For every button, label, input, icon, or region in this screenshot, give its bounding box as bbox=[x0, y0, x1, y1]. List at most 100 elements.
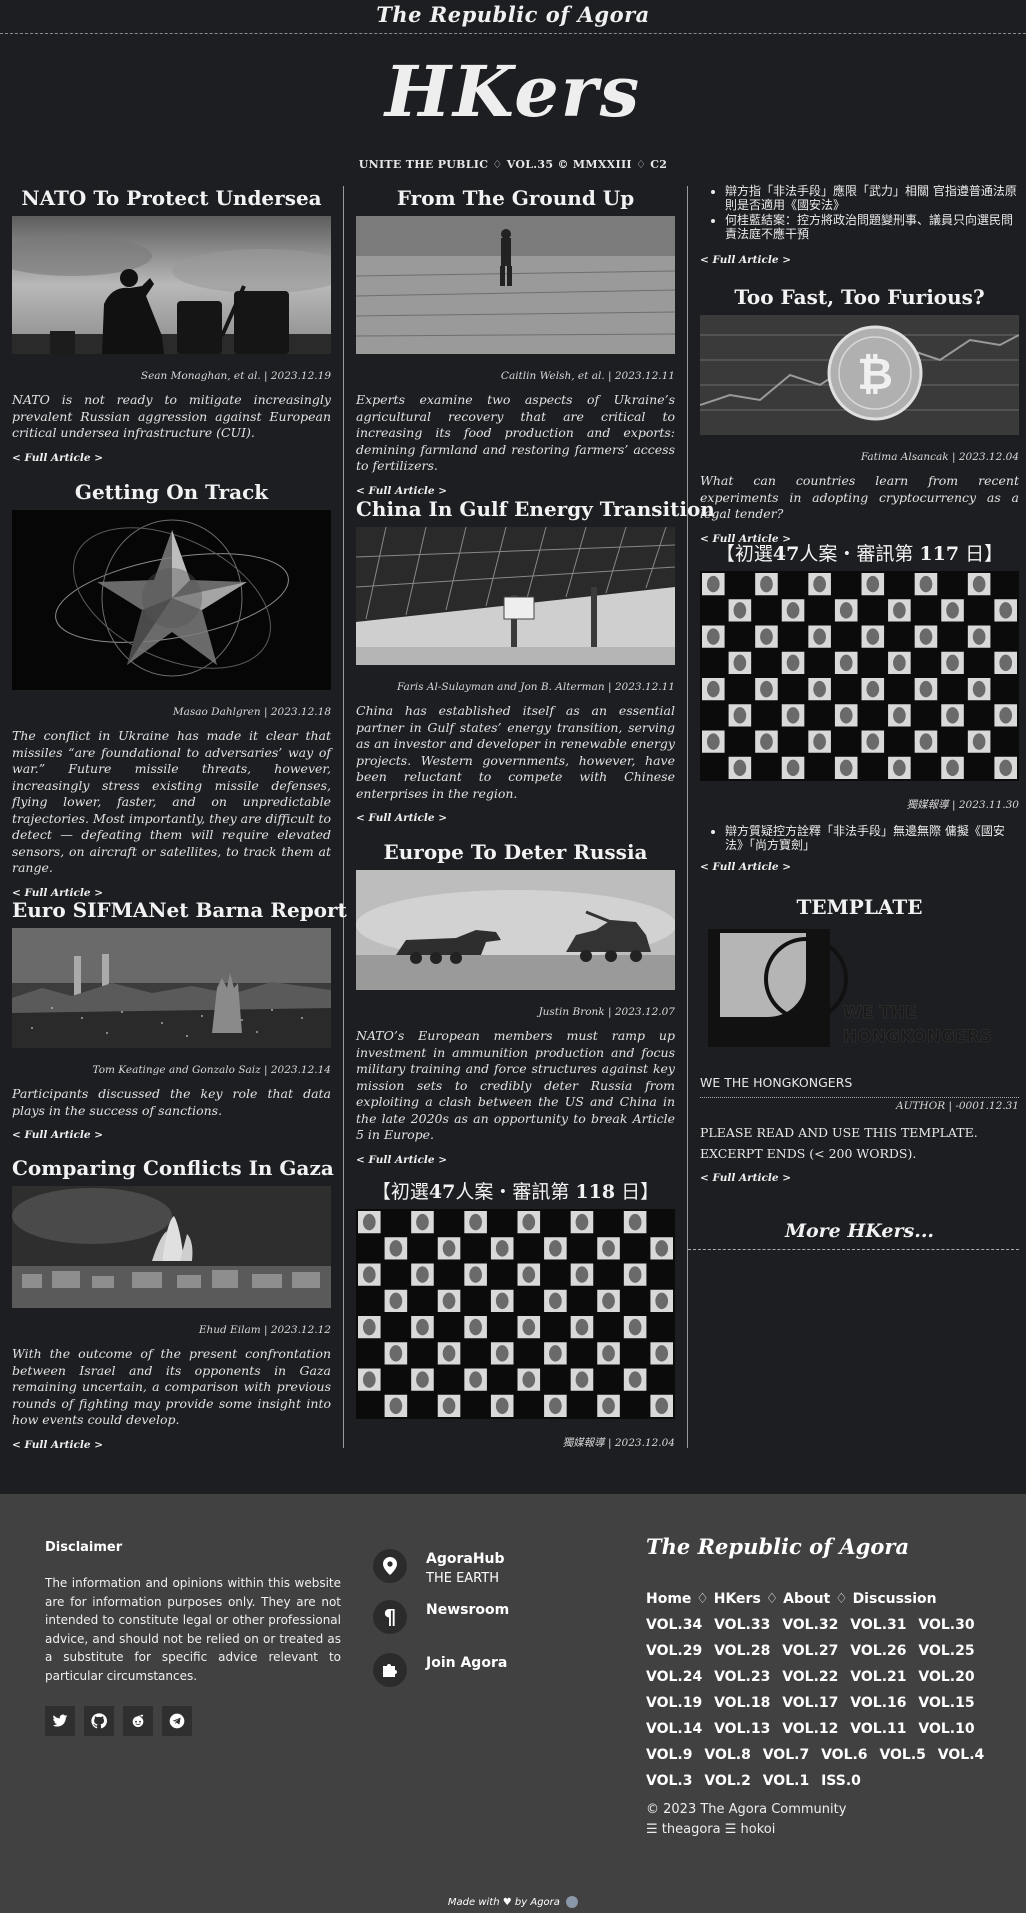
volume-link[interactable]: VOL.20 bbox=[918, 1669, 974, 1685]
volume-link[interactable]: VOL.25 bbox=[918, 1643, 974, 1659]
telegram-icon[interactable] bbox=[162, 1706, 192, 1736]
volume-link[interactable]: VOL.6 bbox=[821, 1747, 867, 1763]
portrait-photo bbox=[570, 1316, 594, 1339]
volume-link[interactable]: VOL.15 bbox=[918, 1695, 974, 1711]
volume-link[interactable]: VOL.22 bbox=[782, 1669, 838, 1685]
volume-link[interactable]: VOL.28 bbox=[714, 1643, 770, 1659]
portrait-photo bbox=[861, 730, 885, 753]
portrait-photo bbox=[358, 1263, 381, 1286]
volume-link[interactable]: VOL.26 bbox=[850, 1643, 906, 1659]
volume-link[interactable]: VOL.13 bbox=[714, 1721, 770, 1737]
volume-link[interactable]: VOL.33 bbox=[714, 1617, 770, 1633]
list-item: 何桂藍結案：控方將政治問題變刑事、議員只向選民問責法庭不應干預 bbox=[725, 213, 1019, 241]
volume-link[interactable]: ISS.0 bbox=[821, 1773, 861, 1789]
site-title[interactable]: The Republic of Agora bbox=[376, 2, 650, 27]
github-icon[interactable] bbox=[84, 1706, 114, 1736]
reddit-icon[interactable] bbox=[123, 1706, 153, 1736]
volume-link[interactable]: VOL.1 bbox=[763, 1773, 809, 1789]
portrait-photo bbox=[623, 1368, 647, 1391]
volume-link[interactable]: VOL.8 bbox=[704, 1747, 750, 1763]
volume-link[interactable]: VOL.30 bbox=[918, 1617, 974, 1633]
article-title[interactable]: Comparing Conflicts In Gaza bbox=[12, 1154, 334, 1182]
article-title[interactable]: From The Ground Up bbox=[356, 184, 675, 212]
volume-link[interactable]: VOL.5 bbox=[879, 1747, 925, 1763]
volume-link[interactable]: VOL.34 bbox=[646, 1617, 702, 1633]
full-article-link[interactable]: < Full Article > bbox=[700, 254, 791, 266]
volume-link[interactable]: VOL.16 bbox=[850, 1695, 906, 1711]
volume-link[interactable]: VOL.21 bbox=[850, 1669, 906, 1685]
volume-link[interactable]: VOL.17 bbox=[782, 1695, 838, 1711]
portrait-photo bbox=[834, 599, 858, 622]
link-about[interactable]: About bbox=[783, 1591, 830, 1607]
portrait-photo bbox=[358, 1211, 381, 1234]
article-title[interactable]: China In Gulf Energy Transition bbox=[356, 495, 715, 523]
portrait-photo bbox=[411, 1263, 434, 1286]
full-article-link[interactable]: < Full Article > bbox=[356, 1154, 447, 1166]
article-card: 辯方指「非法手段」應限「武力」相關 官指遵普通法原則是否適用《國安法》 何桂藍結… bbox=[700, 184, 1019, 267]
community-handles[interactable]: ☰ theagora ☰ hokoi bbox=[646, 1820, 846, 1840]
full-article-link[interactable]: < Full Article > bbox=[700, 861, 791, 873]
article-image[interactable] bbox=[356, 1209, 675, 1419]
link-home[interactable]: Home bbox=[646, 1591, 691, 1607]
volume-links: VOL.34 VOL.33 VOL.32 VOL.31 VOL.30 VOL.2… bbox=[646, 1612, 1006, 1794]
footer-brand[interactable]: The Republic of Agora bbox=[646, 1534, 909, 1559]
volume-link[interactable]: VOL.9 bbox=[646, 1747, 692, 1763]
volume-link[interactable]: VOL.14 bbox=[646, 1721, 702, 1737]
volume-link[interactable]: VOL.7 bbox=[763, 1747, 809, 1763]
volume-link[interactable]: VOL.27 bbox=[782, 1643, 838, 1659]
article-excerpt: The conflict in Ukraine has made it clea… bbox=[12, 728, 331, 875]
article-image[interactable] bbox=[700, 571, 1019, 781]
volume-link[interactable]: VOL.11 bbox=[850, 1721, 906, 1737]
article-image[interactable]: WE THE HONGKONGERS bbox=[700, 925, 1019, 1047]
full-article-link[interactable]: < Full Article > bbox=[356, 812, 447, 824]
link-hkers[interactable]: HKers bbox=[714, 1591, 761, 1607]
article-image[interactable] bbox=[356, 527, 675, 665]
article-image[interactable]: ₿ bbox=[700, 315, 1019, 435]
article-image[interactable] bbox=[12, 510, 331, 690]
full-article-link[interactable]: < Full Article > bbox=[12, 1439, 103, 1451]
volume-link[interactable]: VOL.3 bbox=[646, 1773, 692, 1789]
portrait-photo bbox=[728, 756, 752, 779]
volume-link[interactable]: VOL.24 bbox=[646, 1669, 702, 1685]
article-image[interactable] bbox=[356, 870, 675, 990]
volume-link[interactable]: VOL.19 bbox=[646, 1695, 702, 1711]
article-title[interactable]: TEMPLATE bbox=[700, 893, 1019, 921]
article-title[interactable]: Too Fast, Too Furious? bbox=[700, 283, 1019, 311]
template-logo-text-1: WE THE bbox=[843, 1003, 917, 1023]
link-discussion[interactable]: Discussion bbox=[853, 1591, 937, 1607]
article-title[interactable]: 【初選47人案・審訊第 117 日】 bbox=[700, 541, 1019, 567]
article-excerpt: With the outcome of the present confront… bbox=[12, 1346, 331, 1427]
portrait-photo bbox=[861, 573, 885, 596]
article-title[interactable]: Euro SIFMANet Barna Report bbox=[12, 896, 347, 924]
article-title[interactable]: Getting On Track bbox=[12, 478, 331, 506]
volume-link[interactable]: VOL.18 bbox=[714, 1695, 770, 1711]
volume-link[interactable]: VOL.32 bbox=[782, 1617, 838, 1633]
volume-link[interactable]: VOL.12 bbox=[782, 1721, 838, 1737]
article-title[interactable]: 【初選47人案・審訊第 118 日】 bbox=[356, 1179, 675, 1205]
link-separator: ♢ bbox=[696, 1591, 709, 1607]
hkers-logo[interactable]: HKers bbox=[0, 50, 1026, 134]
portrait-photo bbox=[888, 704, 911, 727]
volume-link[interactable]: VOL.2 bbox=[704, 1773, 750, 1789]
full-article-link[interactable]: < Full Article > bbox=[12, 452, 103, 464]
full-article-link[interactable]: < Full Article > bbox=[700, 1172, 791, 1184]
volume-link[interactable]: VOL.31 bbox=[850, 1617, 906, 1633]
article-image[interactable] bbox=[12, 216, 331, 354]
twitter-icon[interactable] bbox=[45, 1706, 75, 1736]
volume-link[interactable]: VOL.10 bbox=[918, 1721, 974, 1737]
portrait-photo bbox=[994, 651, 1017, 674]
volume-link[interactable]: VOL.29 bbox=[646, 1643, 702, 1659]
article-image[interactable] bbox=[12, 928, 331, 1048]
portrait-photo bbox=[994, 704, 1017, 727]
portrait-photo bbox=[570, 1211, 594, 1234]
article-title[interactable]: Europe To Deter Russia bbox=[356, 838, 675, 866]
portrait-photo bbox=[808, 625, 831, 648]
full-article-link[interactable]: < Full Article > bbox=[12, 1129, 103, 1141]
volume-link[interactable]: VOL.23 bbox=[714, 1669, 770, 1685]
volume-link[interactable]: VOL.4 bbox=[938, 1747, 984, 1763]
portrait-photo bbox=[544, 1394, 567, 1417]
article-image[interactable] bbox=[356, 216, 675, 354]
more-hkers-link[interactable]: More HKers... bbox=[700, 1220, 1019, 1242]
article-image[interactable] bbox=[12, 1186, 331, 1308]
article-title[interactable]: NATO To Protect Undersea bbox=[12, 184, 331, 212]
